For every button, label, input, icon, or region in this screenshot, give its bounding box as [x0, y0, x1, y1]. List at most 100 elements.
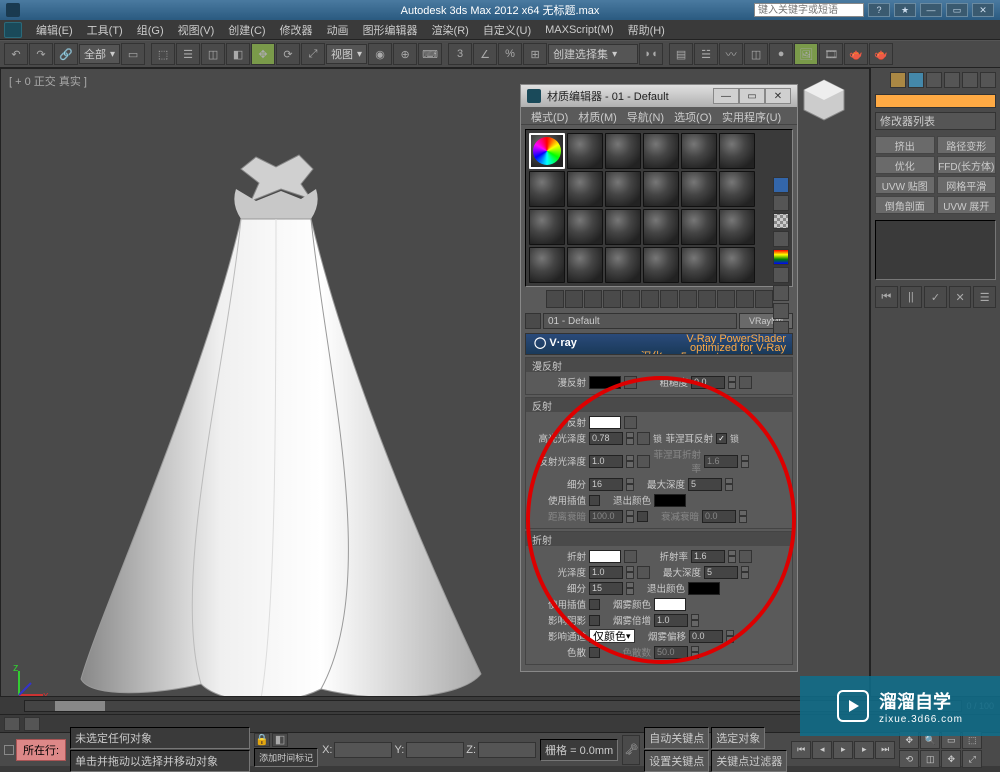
- next-frame-icon[interactable]: ▸: [854, 741, 874, 759]
- menu-create[interactable]: 创建(C): [222, 20, 271, 40]
- backlight-icon[interactable]: [773, 195, 789, 211]
- fog-mult-spinner[interactable]: 1.0: [654, 614, 688, 627]
- menu-graph[interactable]: 图形编辑器: [357, 20, 424, 40]
- minimize-button[interactable]: —: [920, 3, 942, 17]
- refr-interp-checkbox[interactable]: [589, 599, 600, 610]
- mtl-effect-icon[interactable]: [679, 290, 697, 308]
- nav-walk-icon[interactable]: ✥: [941, 750, 961, 768]
- modifier-bevel[interactable]: 倒角剖面: [875, 196, 935, 214]
- material-slot[interactable]: [719, 171, 755, 207]
- material-slot[interactable]: [719, 247, 755, 283]
- keyfilter-button[interactable]: 关键点过滤器: [711, 750, 787, 772]
- make-copy-icon[interactable]: [622, 290, 640, 308]
- move-icon[interactable]: ✥: [251, 43, 275, 65]
- display-tab-icon[interactable]: [962, 72, 978, 88]
- material-slot[interactable]: [605, 209, 641, 245]
- reflect-map-button[interactable]: [624, 416, 637, 429]
- background-icon[interactable]: [773, 213, 789, 229]
- assign-icon[interactable]: [584, 290, 602, 308]
- material-slot[interactable]: [643, 247, 679, 283]
- layers-icon[interactable]: ☱: [694, 43, 718, 65]
- viewport-label[interactable]: [ + 0 正交 真实 ]: [9, 73, 87, 89]
- select-by-mat-icon[interactable]: [773, 303, 789, 319]
- selection-filter-dropdown[interactable]: 全部▾: [79, 44, 120, 64]
- modifier-meshsmooth[interactable]: 网格平滑: [937, 176, 997, 194]
- redo-icon[interactable]: ↷: [29, 43, 53, 65]
- refr-maxdepth-spinner[interactable]: 5: [704, 566, 738, 579]
- go-sibling-icon[interactable]: [755, 290, 773, 308]
- preview-icon[interactable]: [773, 267, 789, 283]
- scale-icon[interactable]: ⤢: [301, 43, 325, 65]
- maxscript-toggle-icon[interactable]: [4, 745, 14, 755]
- material-name-input[interactable]: [543, 313, 737, 329]
- eyedropper-icon[interactable]: [525, 313, 541, 329]
- menu-edit[interactable]: 编辑(E): [30, 20, 79, 40]
- keyboard-icon[interactable]: ⌨: [418, 43, 442, 65]
- select-region-icon[interactable]: ◫: [201, 43, 225, 65]
- hilight-lock-button[interactable]: [637, 432, 650, 445]
- menu-animation[interactable]: 动画: [321, 20, 355, 40]
- time-thumb[interactable]: [55, 701, 105, 711]
- refl-interp-checkbox[interactable]: [589, 495, 600, 506]
- undo-icon[interactable]: ↶: [4, 43, 28, 65]
- mat-menu-options[interactable]: 选项(O): [670, 109, 716, 122]
- material-slot[interactable]: [719, 133, 755, 169]
- material-editor-icon[interactable]: ●: [769, 43, 793, 65]
- options-icon[interactable]: [773, 285, 789, 301]
- material-slot[interactable]: [681, 247, 717, 283]
- close-button[interactable]: ✕: [972, 3, 994, 17]
- menu-customize[interactable]: 自定义(U): [477, 20, 537, 40]
- material-slot-1[interactable]: [529, 133, 565, 169]
- diffuse-map-button[interactable]: [624, 376, 637, 389]
- material-slot[interactable]: [643, 133, 679, 169]
- rotate-icon[interactable]: ⟳: [276, 43, 300, 65]
- spinner-snap-icon[interactable]: ⊞: [523, 43, 547, 65]
- ref-coord-dropdown[interactable]: 视图▾: [326, 44, 367, 64]
- select-name-icon[interactable]: ☰: [176, 43, 200, 65]
- fresnel-checkbox[interactable]: ✓: [716, 433, 727, 444]
- refract-swatch[interactable]: [589, 550, 621, 563]
- menu-help[interactable]: 帮助(H): [622, 20, 671, 40]
- modifier-pathdeform[interactable]: 路径变形: [937, 136, 997, 154]
- track-toggle-icon[interactable]: [4, 717, 20, 731]
- configure-icon[interactable]: ☰: [973, 286, 996, 308]
- refl-exit-swatch[interactable]: [654, 494, 686, 507]
- refr-subdiv-spinner[interactable]: 15: [589, 582, 623, 595]
- refl-gloss-spinner[interactable]: 1.0: [589, 455, 623, 468]
- refr-exit-swatch[interactable]: [688, 582, 720, 595]
- shadow-checkbox[interactable]: [589, 615, 600, 626]
- mat-maximize-button[interactable]: ▭: [739, 88, 765, 104]
- material-slot[interactable]: [567, 209, 603, 245]
- material-slot[interactable]: [605, 247, 641, 283]
- show-map-icon[interactable]: [698, 290, 716, 308]
- mirror-icon[interactable]: ◗◖: [639, 43, 663, 65]
- material-slot[interactable]: [567, 247, 603, 283]
- material-slot[interactable]: [605, 133, 641, 169]
- maximize-button[interactable]: ▭: [946, 3, 968, 17]
- lock-selection-icon[interactable]: 🔒: [254, 733, 270, 747]
- pin-stack-icon[interactable]: ⏮: [875, 286, 898, 308]
- curve-editor-icon[interactable]: 〰: [719, 43, 743, 65]
- percent-snap-icon[interactable]: %: [498, 43, 522, 65]
- isolate-icon[interactable]: ◧: [272, 733, 288, 747]
- ior-spinner[interactable]: 1.6: [691, 550, 725, 563]
- menu-tools[interactable]: 工具(T): [81, 20, 129, 40]
- nav-orbit-icon[interactable]: ⟲: [899, 750, 919, 768]
- fog-swatch[interactable]: [654, 598, 686, 611]
- material-slot[interactable]: [681, 209, 717, 245]
- put-scene-icon[interactable]: [565, 290, 583, 308]
- named-selection-dropdown[interactable]: 创建选择集▾: [548, 44, 638, 64]
- show-end-icon[interactable]: ||: [900, 286, 923, 308]
- autokey-button[interactable]: 自动关键点: [644, 727, 709, 749]
- roughness-spinner[interactable]: 0.0: [691, 376, 725, 389]
- refl-subdiv-spinner[interactable]: 16: [589, 478, 623, 491]
- menu-modifiers[interactable]: 修改器: [274, 20, 319, 40]
- mat-menu-material[interactable]: 材质(M): [574, 109, 621, 122]
- play-icon[interactable]: ▸: [833, 741, 853, 759]
- link-icon[interactable]: 🔗: [54, 43, 78, 65]
- material-slot[interactable]: [529, 209, 565, 245]
- create-tab-icon[interactable]: [890, 72, 906, 88]
- schematic-icon[interactable]: ◫: [744, 43, 768, 65]
- modifier-list-dropdown[interactable]: 修改器列表: [875, 112, 996, 130]
- goto-end-icon[interactable]: ⏭: [875, 741, 895, 759]
